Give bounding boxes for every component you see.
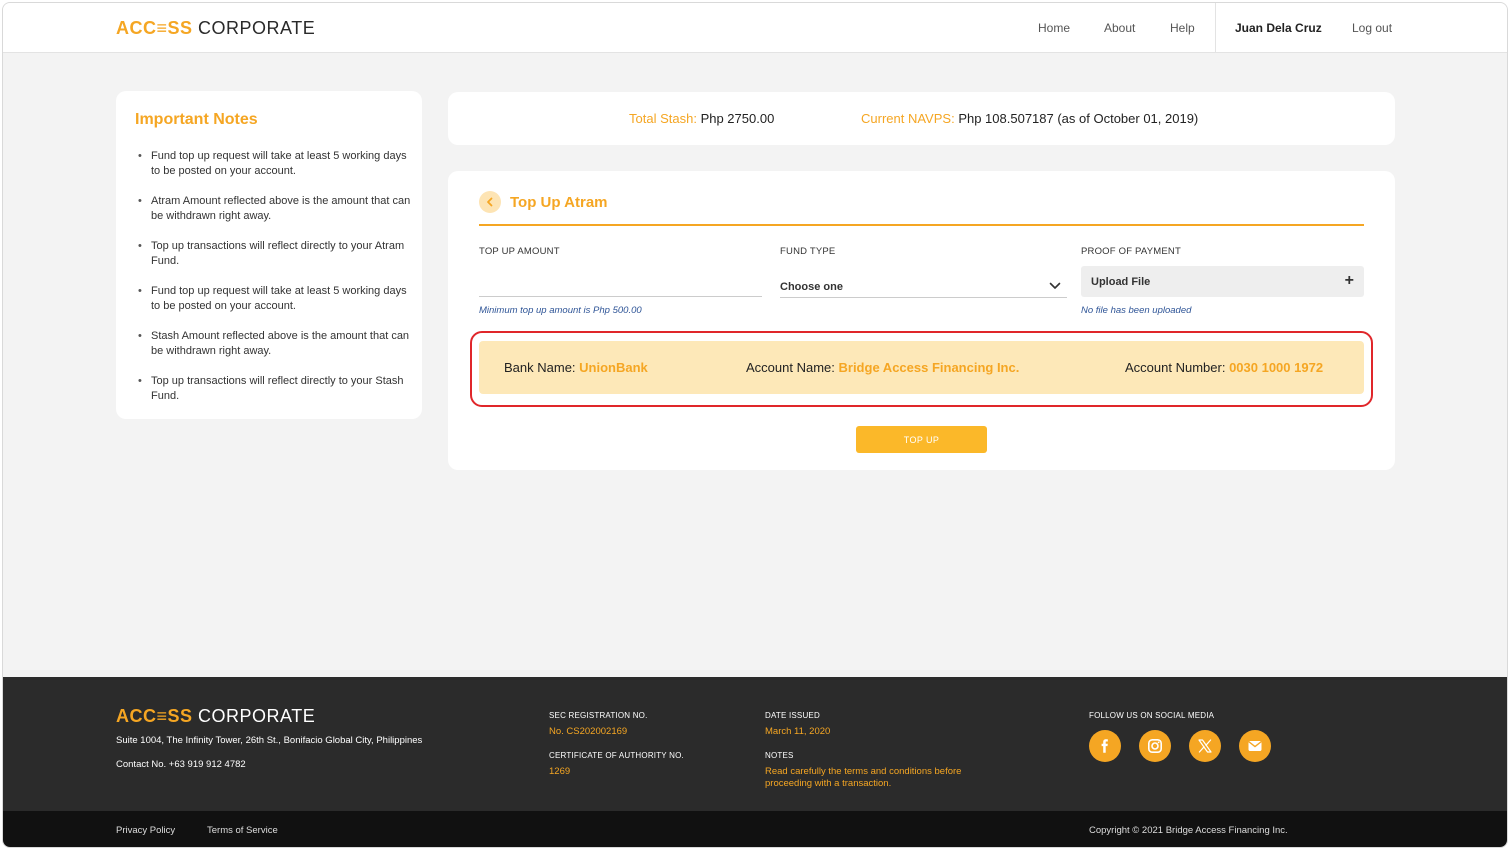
brand-logo[interactable]: ACC≡SS CORPORATE <box>116 18 315 39</box>
amount-hint: Minimum top up amount is Php 500.00 <box>479 305 642 316</box>
note-item: Top up transactions will reflect directl… <box>136 239 411 269</box>
footer-logo-access: ACC≡SS <box>116 706 193 726</box>
sec-label: SEC REGISTRATION NO. <box>549 711 648 720</box>
bank-name-value: UnionBank <box>579 360 648 375</box>
nav-help-link[interactable]: Help <box>1170 21 1195 35</box>
account-number: Account Number: 0030 1000 1972 <box>1125 360 1323 375</box>
navps-value: Php 108.507187 (as of October 01, 2019) <box>958 111 1199 126</box>
date-issued-label: DATE ISSUED <box>765 711 820 720</box>
current-navps: Current NAVPS: Php 108.507187 (as of Oct… <box>861 111 1198 126</box>
top-navbar: ACC≡SS CORPORATE Home About Help Juan De… <box>3 3 1507 53</box>
date-issued-value: March 11, 2020 <box>765 726 831 737</box>
account-number-label: Account Number: <box>1125 360 1226 375</box>
terms-of-service-link[interactable]: Terms of Service <box>207 825 278 836</box>
note-item: Fund top up request will take at least 5… <box>136 284 411 314</box>
logo-access: ACC≡SS <box>116 18 193 38</box>
total-stash-value: Php 2750.00 <box>700 111 775 126</box>
cert-label: CERTIFICATE OF AUTHORITY NO. <box>549 751 684 760</box>
logout-link[interactable]: Log out <box>1352 21 1392 35</box>
account-number-value: 0030 1000 1972 <box>1229 360 1324 375</box>
total-stash: Total Stash: Php 2750.00 <box>629 111 774 126</box>
notes-list: Fund top up request will take at least 5… <box>136 149 411 419</box>
upload-file-button[interactable]: Upload File + <box>1081 266 1364 297</box>
plus-icon: + <box>1344 272 1354 289</box>
top-up-card: Top Up Atram TOP UP AMOUNT Minimum top u… <box>448 171 1395 470</box>
footer-address: Suite 1004, The Infinity Tower, 26th St.… <box>116 735 423 746</box>
cert-value: 1269 <box>549 766 571 777</box>
bank-name: Bank Name: UnionBank <box>504 360 648 375</box>
amount-input[interactable] <box>479 271 762 297</box>
bank-details-banner: Bank Name: UnionBank Account Name: Bridg… <box>479 341 1364 394</box>
chevron-left-icon <box>487 197 493 207</box>
page-title: Top Up Atram <box>510 194 608 211</box>
total-stash-label: Total Stash: <box>629 111 697 126</box>
note-item: Atram Amount reflected above is the amou… <box>136 194 411 224</box>
fund-type-label: FUND TYPE <box>780 246 836 257</box>
important-notes-card: Important Notes Fund top up request will… <box>116 91 422 419</box>
fund-type-select[interactable]: Choose one <box>780 271 1067 298</box>
note-item: Fund top up request will take at least 5… <box>136 149 411 179</box>
nav-divider <box>1215 3 1216 53</box>
notes-label: NOTES <box>765 751 794 760</box>
x-icon[interactable] <box>1189 730 1221 762</box>
stash-summary-card: Total Stash: Php 2750.00 Current NAVPS: … <box>448 92 1395 145</box>
nav-about-link[interactable]: About <box>1104 21 1135 35</box>
account-name: Account Name: Bridge Access Financing In… <box>746 360 1019 375</box>
notes-value: Read carefully the terms and conditions … <box>765 766 962 789</box>
bank-name-label: Bank Name: <box>504 360 576 375</box>
footer: ACC≡SS CORPORATE Suite 1004, The Infinit… <box>3 677 1507 811</box>
nav-home-link[interactable]: Home <box>1038 21 1070 35</box>
footer-logo[interactable]: ACC≡SS CORPORATE <box>116 706 315 727</box>
app-window: ACC≡SS CORPORATE Home About Help Juan De… <box>2 2 1508 848</box>
upload-hint: No file has been uploaded <box>1081 305 1192 316</box>
amount-label: TOP UP AMOUNT <box>479 246 560 257</box>
footer-contact: Contact No. +63 919 912 4782 <box>116 759 246 770</box>
user-name[interactable]: Juan Dela Cruz <box>1235 21 1322 35</box>
logo-corporate: CORPORATE <box>198 18 316 38</box>
chevron-down-icon <box>1049 282 1061 289</box>
proof-of-payment-label: PROOF OF PAYMENT <box>1081 246 1181 257</box>
account-name-value: Bridge Access Financing Inc. <box>838 360 1020 375</box>
note-item: Top up transactions will reflect directl… <box>136 374 411 404</box>
upload-file-label: Upload File <box>1091 276 1151 288</box>
instagram-icon[interactable] <box>1139 730 1171 762</box>
fund-type-value: Choose one <box>780 281 843 293</box>
bottom-bar: Privacy Policy Terms of Service Copyrigh… <box>3 811 1507 847</box>
account-name-label: Account Name: <box>746 360 835 375</box>
email-icon[interactable] <box>1239 730 1271 762</box>
social-label: FOLLOW US ON SOCIAL MEDIA <box>1089 711 1215 720</box>
top-up-button[interactable]: TOP UP <box>856 426 987 453</box>
notes-title: Important Notes <box>135 111 258 128</box>
privacy-policy-link[interactable]: Privacy Policy <box>116 825 175 836</box>
copyright-text: Copyright © 2021 Bridge Access Financing… <box>1089 825 1288 836</box>
note-item: Stash Amount reflected above is the amou… <box>136 329 411 359</box>
footer-logo-corporate: CORPORATE <box>198 706 316 726</box>
back-button[interactable] <box>479 191 501 213</box>
facebook-icon[interactable] <box>1089 730 1121 762</box>
navps-label: Current NAVPS: <box>861 111 955 126</box>
title-divider <box>479 224 1364 226</box>
sec-value: No. CS202002169 <box>549 726 628 737</box>
